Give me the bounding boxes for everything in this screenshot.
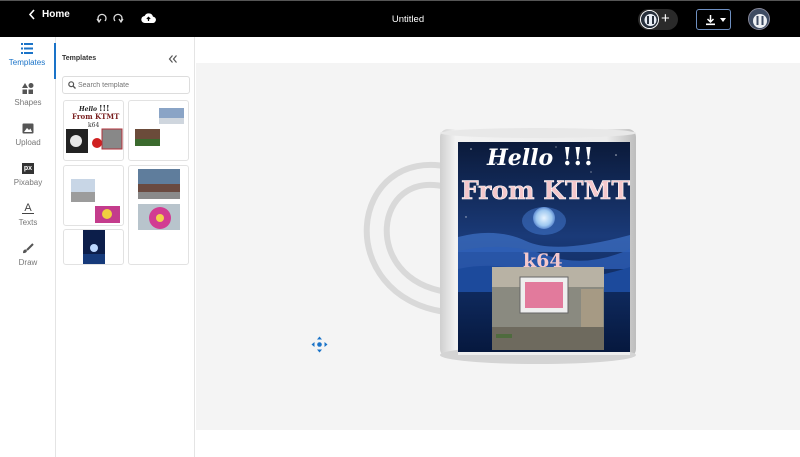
list-icon [21, 43, 33, 54]
nav-label: Draw [18, 258, 38, 267]
chevron-down-icon [720, 18, 726, 22]
templates-panel: Templates Hello !!! From KTMT k64 [56, 37, 195, 457]
template-thumbnail [83, 230, 105, 264]
document-title[interactable]: Untitled [0, 14, 800, 25]
template-thumbnail [135, 108, 184, 146]
mug-photo [492, 267, 604, 350]
add-collaborator-icon: + [661, 10, 670, 27]
nav-label: Templates [8, 58, 46, 67]
sidebar-item-draw[interactable]: Draw [0, 243, 56, 279]
template-thumbnail: Hello !!! From KTMT k64 [66, 103, 123, 153]
template-text: From KTMT [72, 112, 120, 121]
template-card[interactable] [128, 165, 189, 265]
template-thumbnail [71, 179, 120, 223]
nav-label: Upload [15, 138, 41, 147]
panel-title: Templates [62, 55, 97, 62]
workspace: Hello !!! From KTMT k64 [196, 37, 800, 457]
collaborator-avatar [640, 10, 659, 29]
template-search[interactable] [62, 76, 190, 94]
sidebar-item-upload[interactable]: Upload [0, 123, 56, 159]
move-handle-icon[interactable] [311, 336, 328, 353]
collapse-panel-icon[interactable] [168, 54, 178, 64]
template-card[interactable] [63, 229, 124, 265]
image-icon [22, 123, 34, 134]
nav-label: Texts [18, 218, 38, 227]
shapes-icon [22, 83, 34, 94]
sidebar-item-texts[interactable]: A Texts [0, 203, 56, 239]
left-sidebar: Templates Shapes Upload px Pixabay A Tex… [0, 37, 56, 457]
download-button[interactable] [696, 9, 731, 30]
sidebar-item-templates[interactable]: Templates [0, 43, 56, 79]
template-card[interactable]: Hello !!! From KTMT k64 [63, 100, 124, 161]
search-input[interactable] [78, 79, 186, 91]
text-icon: A [22, 203, 34, 214]
mug-preview[interactable]: Hello !!! From KTMT k64 [196, 37, 800, 457]
nav-label: Shapes [14, 98, 42, 107]
template-card[interactable] [63, 165, 124, 226]
mug-text-mark: !!! [562, 142, 594, 171]
brush-icon [23, 243, 34, 254]
template-card[interactable] [128, 100, 189, 161]
collaborators-button[interactable]: + [638, 9, 678, 30]
user-avatar[interactable] [748, 8, 770, 30]
top-bar: Home Untitled + [0, 0, 800, 37]
pixabay-icon: px [22, 163, 34, 174]
template-thumbnail [138, 169, 180, 230]
template-text: k64 [88, 122, 99, 129]
mug-text-ktmt: From KTMT [461, 176, 630, 205]
search-icon [68, 81, 76, 89]
mug-text-hello: Hello [486, 145, 553, 171]
download-icon [706, 15, 715, 26]
nav-label: Pixabay [13, 178, 43, 187]
sidebar-item-pixabay[interactable]: px Pixabay [0, 163, 56, 199]
sidebar-item-shapes[interactable]: Shapes [0, 83, 56, 119]
